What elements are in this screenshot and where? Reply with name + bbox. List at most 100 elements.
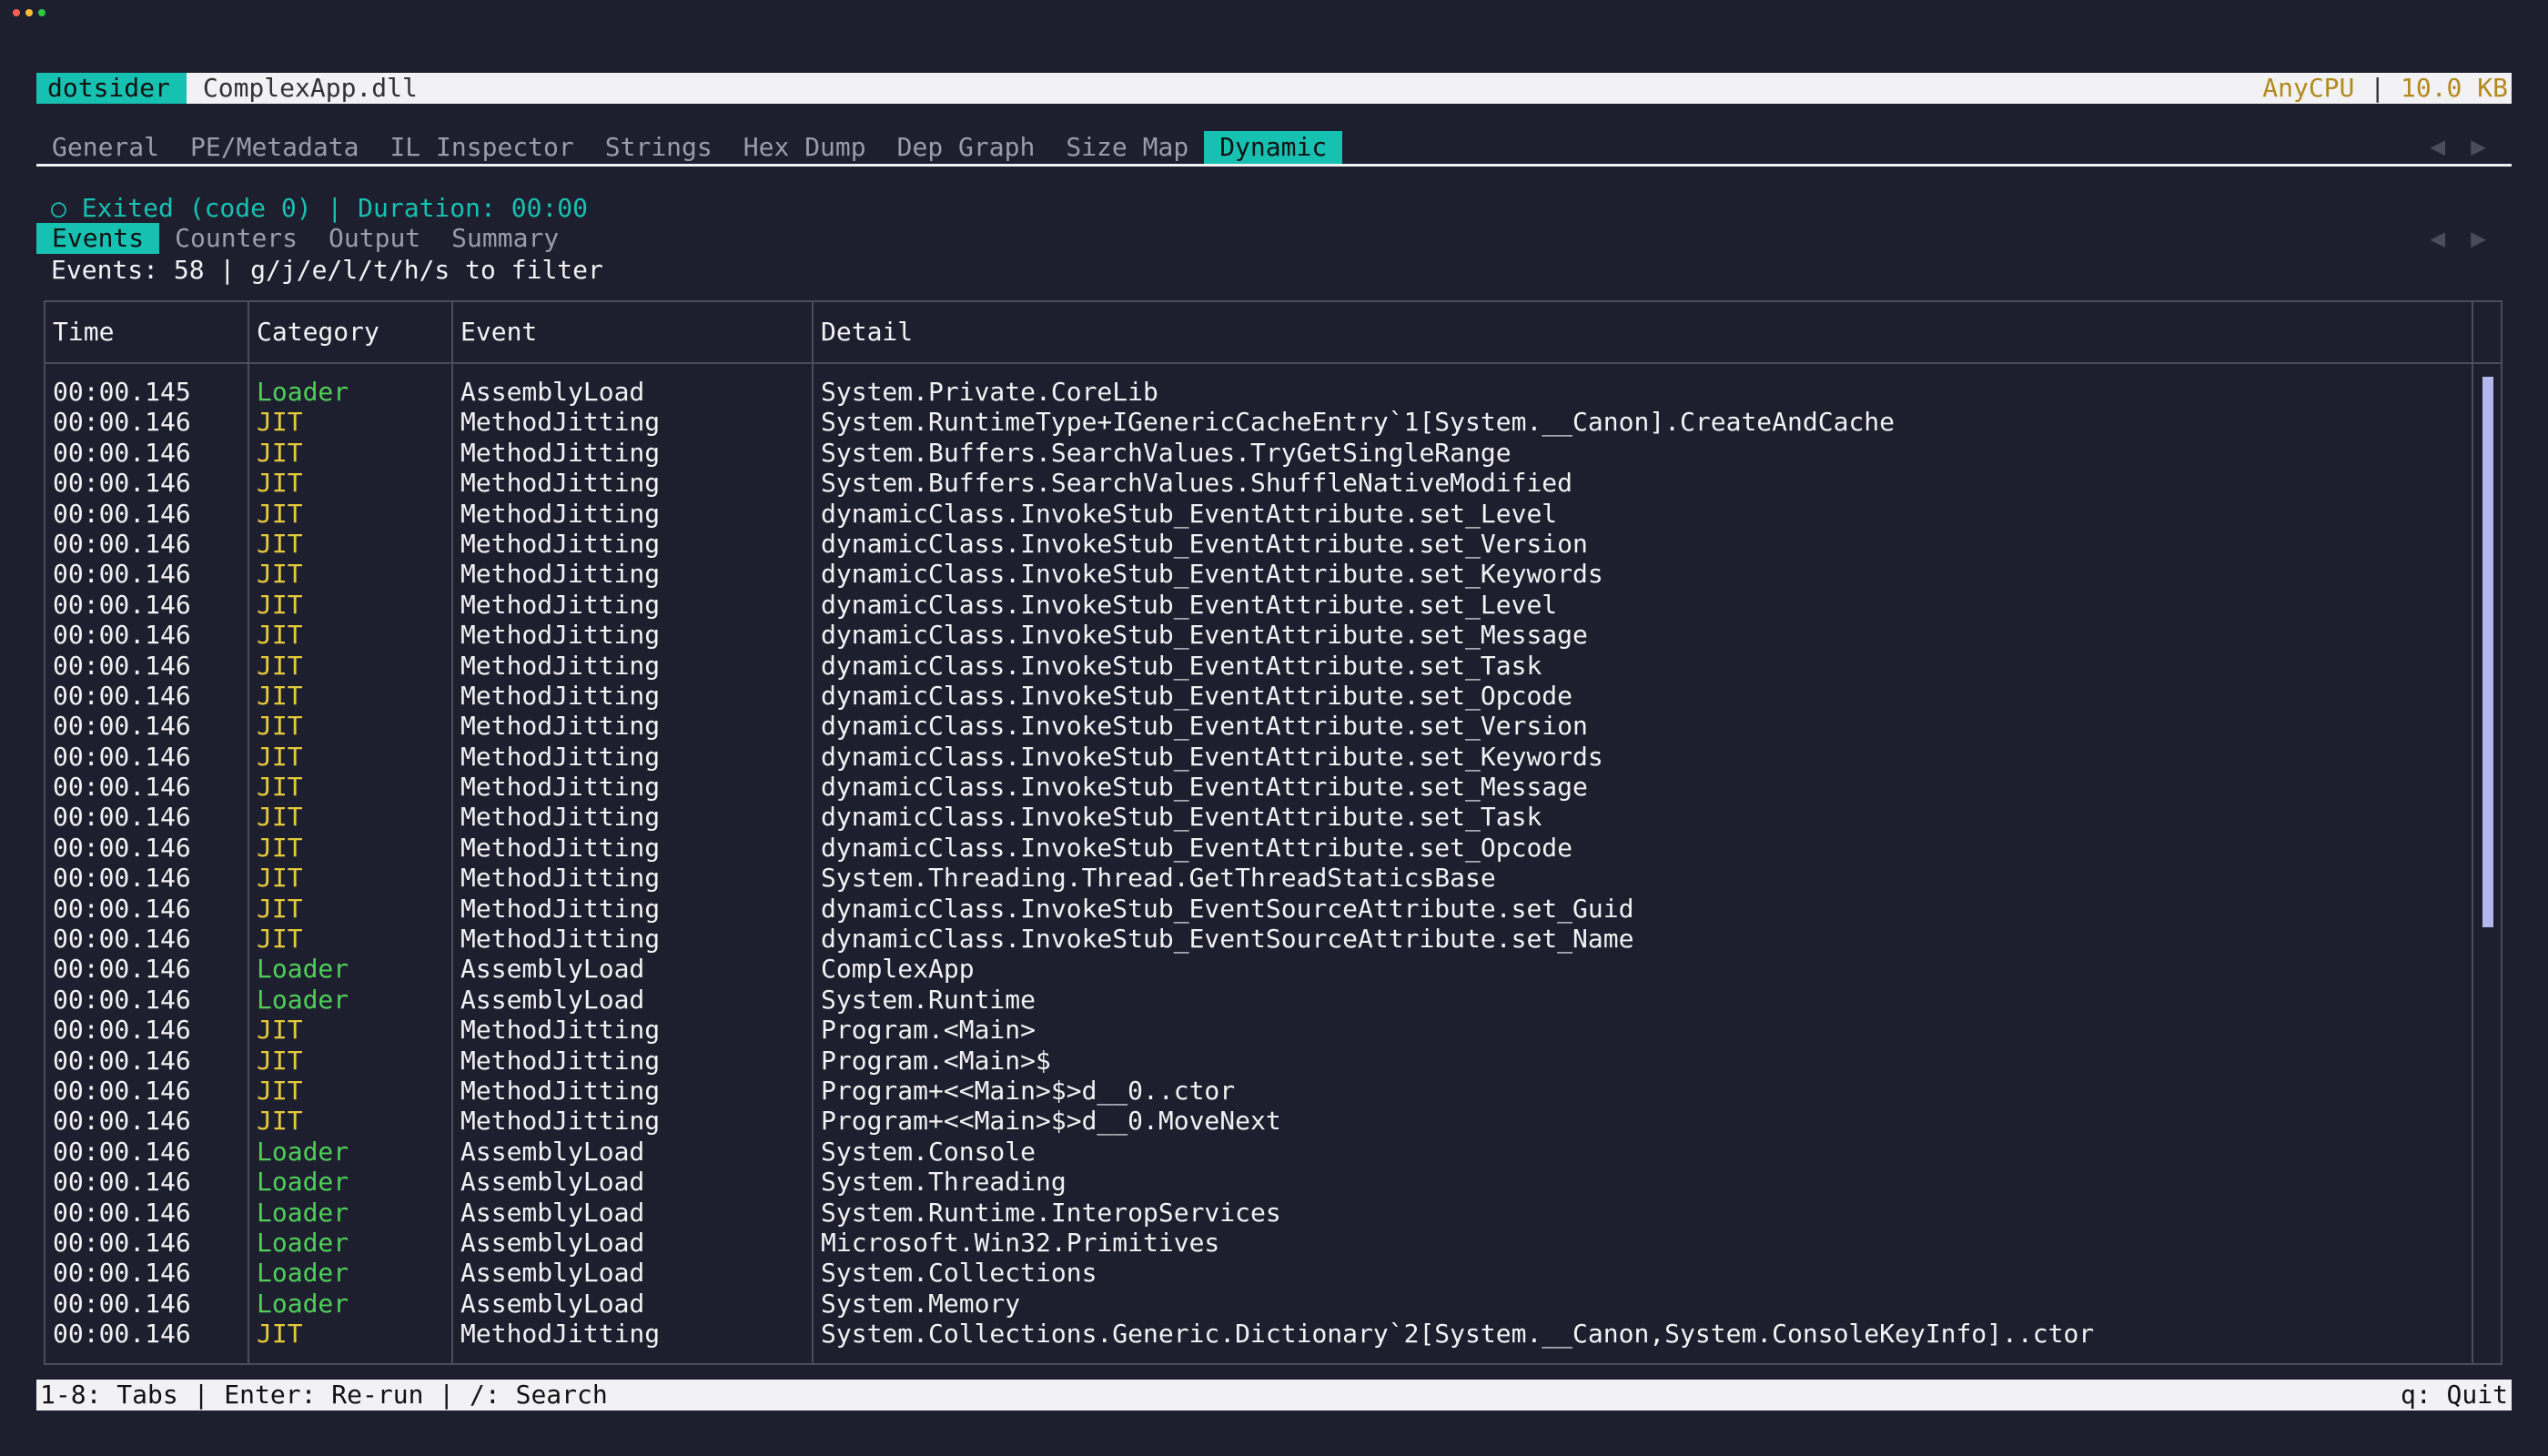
cell-detail: Program.<Main> <box>821 1015 1036 1046</box>
subtab-nav-arrows[interactable]: ◀▶ <box>2430 223 2512 254</box>
cell-category: JIT <box>257 893 303 924</box>
table-row[interactable]: 00:00.146 JIT MethodJitting dynamicClass.In… <box>46 620 2501 650</box>
table-row[interactable]: 00:00.146 Loader AssemblyLoad System.Thread… <box>46 1167 2501 1197</box>
close-window-icon[interactable] <box>13 9 20 16</box>
cell-time: 00:00.146 <box>53 1075 191 1106</box>
tab-general[interactable]: General <box>36 131 175 164</box>
table-row[interactable]: 00:00.146 JIT MethodJitting System.Collecti… <box>46 1319 2501 1349</box>
cell-detail: System.Buffers.SearchValues.TryGetSingle… <box>821 437 1512 468</box>
table-row[interactable]: 00:00.146 JIT MethodJitting dynamicClass.In… <box>46 499 2501 529</box>
table-row[interactable]: 00:00.146 Loader AssemblyLoad System.Collec… <box>46 1258 2501 1288</box>
cell-event: MethodJitting <box>460 437 661 468</box>
cell-event: MethodJitting <box>460 468 661 499</box>
file-name: ComplexApp.dll <box>202 73 418 103</box>
cell-time: 00:00.146 <box>53 984 191 1015</box>
cell-time: 00:00.146 <box>53 772 191 803</box>
tab-prev-icon[interactable]: ◀ <box>2430 131 2471 161</box>
cell-detail: System.Memory <box>821 1288 1021 1319</box>
cell-time: 00:00.146 <box>53 1106 191 1137</box>
table-row[interactable]: 00:00.146 JIT MethodJitting dynamicClass.In… <box>46 529 2501 559</box>
table-row[interactable]: 00:00.146 JIT MethodJitting System.Threadin… <box>46 863 2501 893</box>
cell-event: MethodJitting <box>460 924 661 955</box>
scrollbar[interactable] <box>2482 377 2493 1341</box>
events-table[interactable]: Time Category Event Detail 00:00.145 Load… <box>44 300 2502 1365</box>
table-row[interactable]: 00:00.146 Loader AssemblyLoad System.Consol… <box>46 1137 2501 1167</box>
table-row[interactable]: 00:00.145 Loader AssemblyLoad System.Privat… <box>46 377 2501 407</box>
header-detail[interactable]: Detail <box>821 317 913 348</box>
cell-event: AssemblyLoad <box>460 377 645 407</box>
table-row[interactable]: 00:00.146 JIT MethodJitting dynamicClass.In… <box>46 711 2501 741</box>
tab-hex-dump[interactable]: Hex Dump <box>728 131 882 164</box>
cell-category: JIT <box>257 741 303 772</box>
table-row[interactable]: 00:00.146 Loader AssemblyLoad System.Runtim… <box>46 985 2501 1015</box>
cell-time: 00:00.146 <box>53 1227 191 1258</box>
header-time[interactable]: Time <box>53 317 114 348</box>
subtab-events[interactable]: Events <box>36 223 160 254</box>
cell-time: 00:00.146 <box>53 924 191 955</box>
cell-event: AssemblyLoad <box>460 1167 645 1198</box>
cell-time: 00:00.146 <box>53 589 191 620</box>
cell-detail: Program.<Main>$ <box>821 1045 1051 1076</box>
table-row[interactable]: 00:00.146 Loader AssemblyLoad Microsoft.Win… <box>46 1228 2501 1258</box>
table-row[interactable]: 00:00.146 JIT MethodJitting System.Buffers.… <box>46 468 2501 498</box>
tab-il-inspector[interactable]: IL Inspector <box>374 131 589 164</box>
events-filter-hint: Events: 58 | g/j/e/l/t/h/s to filter <box>51 255 603 285</box>
footer-quit[interactable]: q: Quit <box>2397 1380 2512 1410</box>
table-row[interactable]: 00:00.146 JIT MethodJitting dynamicClass.In… <box>46 742 2501 772</box>
cell-category: JIT <box>257 528 303 559</box>
table-row[interactable]: 00:00.146 JIT MethodJitting Program+<<Main>… <box>46 1076 2501 1106</box>
cell-event: MethodJitting <box>460 711 661 742</box>
cell-detail: dynamicClass.InvokeStub_EventAttribute.s… <box>821 772 1588 803</box>
scrollbar-thumb[interactable] <box>2482 377 2493 927</box>
tab-strings[interactable]: Strings <box>590 131 728 164</box>
cell-detail: dynamicClass.InvokeStub_EventAttribute.s… <box>821 741 1603 772</box>
cell-time: 00:00.146 <box>53 1319 191 1350</box>
table-row[interactable]: 00:00.146 Loader AssemblyLoad System.Memory <box>46 1289 2501 1319</box>
table-row[interactable]: 00:00.146 JIT MethodJitting System.RuntimeT… <box>46 407 2501 437</box>
cell-time: 00:00.146 <box>53 468 191 499</box>
table-row[interactable]: 00:00.146 JIT MethodJitting dynamicClass.In… <box>46 590 2501 620</box>
table-row[interactable]: 00:00.146 JIT MethodJitting dynamicClass.In… <box>46 772 2501 802</box>
cell-detail: Microsoft.Win32.Primitives <box>821 1227 1220 1258</box>
tab-dynamic[interactable]: Dynamic <box>1204 131 1343 164</box>
table-row[interactable]: 00:00.146 JIT MethodJitting System.Buffers.… <box>46 438 2501 468</box>
cell-category: JIT <box>257 1015 303 1046</box>
cell-time: 00:00.146 <box>53 802 191 833</box>
subtab-output[interactable]: Output <box>313 223 436 254</box>
header-category[interactable]: Category <box>257 317 379 348</box>
table-row[interactable]: 00:00.146 JIT MethodJitting Program.<Main>$ <box>46 1046 2501 1076</box>
tab-nav-arrows[interactable]: ◀▶ <box>2430 131 2512 162</box>
maximize-window-icon[interactable] <box>38 9 46 16</box>
cell-category: JIT <box>257 468 303 499</box>
cell-time: 00:00.146 <box>53 1045 191 1076</box>
cell-event: AssemblyLoad <box>460 1258 645 1289</box>
tab-pe-metadata[interactable]: PE/Metadata <box>175 131 374 164</box>
table-row[interactable]: 00:00.146 JIT MethodJitting Program+<<Main>… <box>46 1106 2501 1136</box>
tab-dep-graph[interactable]: Dep Graph <box>882 131 1051 164</box>
table-row[interactable]: 00:00.146 JIT MethodJitting dynamicClass.In… <box>46 651 2501 681</box>
tab-next-icon[interactable]: ▶ <box>2471 131 2512 161</box>
cell-event: MethodJitting <box>460 528 661 559</box>
subtab-counters[interactable]: Counters <box>159 223 313 254</box>
table-row[interactable]: 00:00.146 Loader AssemblyLoad System.Runtim… <box>46 1198 2501 1228</box>
table-row[interactable]: 00:00.146 JIT MethodJitting dynamicClass.In… <box>46 559 2501 589</box>
table-row[interactable]: 00:00.146 JIT MethodJitting dynamicClass.In… <box>46 894 2501 924</box>
subtab-next-icon[interactable]: ▶ <box>2471 223 2512 253</box>
cell-event: MethodJitting <box>460 832 661 863</box>
minimize-window-icon[interactable] <box>25 9 33 16</box>
table-row[interactable]: 00:00.146 Loader AssemblyLoad ComplexApp <box>46 954 2501 984</box>
header-event[interactable]: Event <box>460 317 537 348</box>
table-row[interactable]: 00:00.146 JIT MethodJitting dynamicClass.In… <box>46 833 2501 863</box>
cell-category: JIT <box>257 1106 303 1137</box>
subtab-prev-icon[interactable]: ◀ <box>2430 223 2471 253</box>
table-row[interactable]: 00:00.146 JIT MethodJitting Program.<Main> <box>46 1015 2501 1045</box>
table-row[interactable]: 00:00.146 JIT MethodJitting dynamicClass.In… <box>46 924 2501 954</box>
table-row[interactable]: 00:00.146 JIT MethodJitting dynamicClass.In… <box>46 681 2501 711</box>
tab-size-map[interactable]: Size Map <box>1050 131 1204 164</box>
cell-time: 00:00.146 <box>53 954 191 985</box>
cell-event: MethodJitting <box>460 559 661 590</box>
table-row[interactable]: 00:00.146 JIT MethodJitting dynamicClass.In… <box>46 802 2501 832</box>
cell-event: MethodJitting <box>460 407 661 438</box>
cell-detail: System.Collections <box>821 1258 1097 1289</box>
subtab-summary[interactable]: Summary <box>436 223 574 254</box>
